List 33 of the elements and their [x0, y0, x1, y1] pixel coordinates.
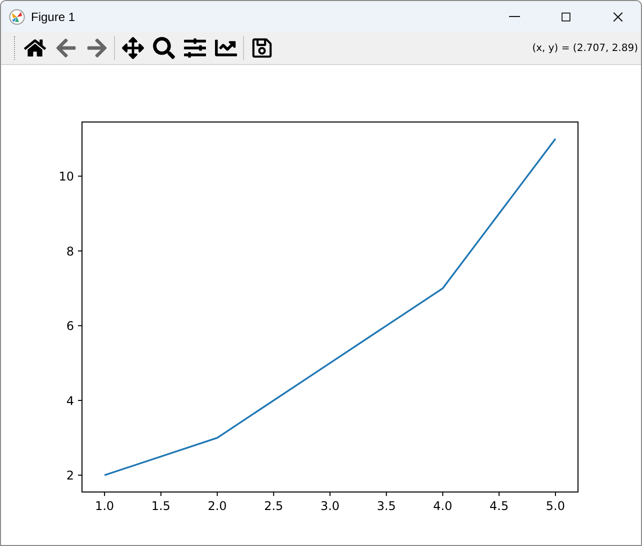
x-tick-label: 4.0	[433, 499, 452, 513]
y-tick-mark	[78, 176, 82, 177]
x-tick-mark	[216, 492, 218, 496]
x-tick-label: 4.5	[490, 499, 509, 513]
y-tick-label: 4	[66, 394, 74, 408]
x-tick-label: 2.0	[208, 499, 227, 513]
maximize-icon	[559, 10, 573, 24]
y-tick-label: 2	[66, 468, 74, 483]
x-tick-label: 3.0	[320, 499, 340, 513]
y-tick-mark	[78, 250, 82, 252]
x-tick-label: 3.5	[376, 499, 396, 513]
y-tick-label: 8	[66, 244, 74, 258]
window-title: Figure 1	[31, 10, 76, 24]
app-logo-icon	[9, 8, 25, 24]
x-tick-mark	[386, 492, 387, 496]
x-tick-mark	[273, 492, 274, 496]
x-tick-label: 1.5	[151, 499, 170, 513]
y-tick-label: 6	[66, 319, 74, 334]
cursor-coordinates: (x, y) = (2.707, 2.89)	[532, 42, 638, 54]
x-tick-mark	[554, 492, 556, 496]
close-icon	[611, 10, 625, 24]
y-tick-mark	[78, 400, 82, 401]
x-tick-label: 1.0	[95, 499, 114, 513]
minimize-icon	[508, 16, 520, 17]
x-tick-label: 5.0	[546, 499, 565, 513]
y-tick-mark	[78, 474, 82, 476]
x-tick-mark	[442, 492, 444, 496]
y-tick-label: 10	[58, 170, 74, 184]
y-tick-mark	[78, 325, 82, 326]
x-tick-mark	[104, 492, 106, 496]
x-tick-mark	[160, 492, 162, 496]
x-tick-mark	[498, 492, 500, 496]
x-tick-label: 2.5	[264, 499, 284, 513]
